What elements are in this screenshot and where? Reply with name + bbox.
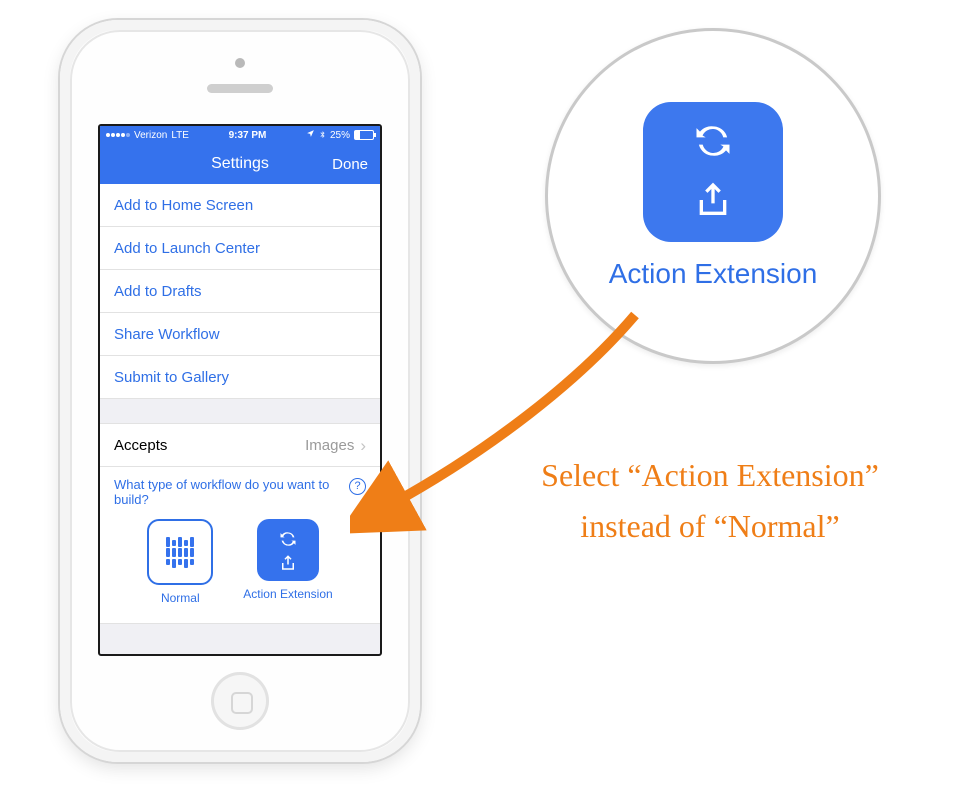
- workflow-type-question: What type of workflow do you want to bui…: [100, 467, 380, 509]
- network-label: LTE: [171, 130, 189, 141]
- action-extension-label: Action Extension: [243, 587, 332, 601]
- row-submit-to-gallery[interactable]: Submit to Gallery: [100, 356, 380, 399]
- share-icon: [279, 554, 297, 572]
- workflow-type-question-text: What type of workflow do you want to bui…: [114, 477, 343, 507]
- row-add-to-launch-center[interactable]: Add to Launch Center: [100, 227, 380, 270]
- row-label: Share Workflow: [114, 326, 220, 343]
- workflow-type-action-extension[interactable]: Action Extension: [243, 519, 332, 605]
- signal-dots-icon: [106, 133, 130, 137]
- clock-label: 9:37 PM: [229, 130, 267, 141]
- camera-dot: [235, 58, 245, 68]
- phone-bezel: Verizon LTE 9:37 PM 25%: [70, 30, 410, 752]
- row-label: Add to Home Screen: [114, 197, 253, 214]
- done-button[interactable]: Done: [332, 144, 368, 184]
- earpiece: [207, 84, 273, 93]
- iphone-device: Verizon LTE 9:37 PM 25%: [60, 20, 420, 762]
- group-spacer: [100, 399, 380, 424]
- zoom-callout: Action Extension: [545, 28, 881, 364]
- row-label: Add to Drafts: [114, 283, 202, 300]
- carrier-label: Verizon: [134, 130, 167, 141]
- action-extension-tile: [257, 519, 319, 581]
- row-label: Submit to Gallery: [114, 369, 229, 386]
- help-icon[interactable]: ?: [349, 478, 366, 495]
- workflow-type-normal[interactable]: Normal: [147, 519, 213, 605]
- nav-bar: Settings Done: [100, 144, 380, 184]
- zoom-label: Action Extension: [609, 258, 818, 290]
- zoom-action-extension-tile: [643, 102, 783, 242]
- chevron-right-icon: ›: [360, 437, 366, 454]
- battery-icon: [354, 130, 374, 140]
- row-add-to-drafts[interactable]: Add to Drafts: [100, 270, 380, 313]
- phone-screen: Verizon LTE 9:37 PM 25%: [98, 124, 382, 656]
- sync-icon: [278, 529, 298, 549]
- status-bar: Verizon LTE 9:37 PM 25%: [100, 126, 380, 144]
- location-icon: [306, 129, 315, 141]
- accepts-label: Accepts: [114, 437, 167, 454]
- battery-pct-label: 25%: [330, 130, 350, 141]
- workflow-logo-icon: [166, 537, 194, 568]
- workflow-type-choices: Normal Action Extension: [100, 509, 380, 624]
- row-add-to-home-screen[interactable]: Add to Home Screen: [100, 184, 380, 227]
- accepts-row[interactable]: Accepts Images ›: [100, 424, 380, 467]
- share-icon: [693, 180, 733, 225]
- sync-icon: [691, 119, 735, 168]
- normal-label: Normal: [161, 591, 200, 605]
- bluetooth-icon: [319, 129, 326, 142]
- nav-title: Settings: [211, 155, 269, 173]
- accepts-value: Images: [305, 437, 354, 454]
- annotation-text: Select “Action Extension” instead of “No…: [520, 450, 900, 552]
- row-share-workflow[interactable]: Share Workflow: [100, 313, 380, 356]
- actions-list: Add to Home Screen Add to Launch Center …: [100, 184, 380, 399]
- home-button[interactable]: [211, 672, 269, 730]
- row-label: Add to Launch Center: [114, 240, 260, 257]
- normal-tile: [147, 519, 213, 585]
